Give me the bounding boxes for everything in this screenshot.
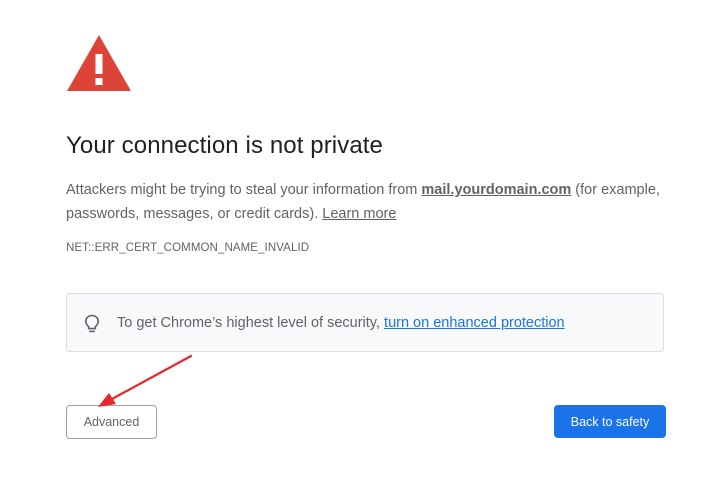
error-code: NET::ERR_CERT_COMMON_NAME_INVALID	[66, 242, 310, 254]
warning-triangle-icon	[67, 35, 131, 91]
interstitial-page: Your connection is not private Attackers…	[0, 0, 723, 481]
back-to-safety-button[interactable]: Back to safety	[554, 405, 666, 438]
enhanced-protection-text: To get Chrome’s highest level of securit…	[117, 315, 565, 331]
enhanced-protection-link[interactable]: turn on enhanced protection	[384, 315, 565, 331]
message-intro-text: Attackers might be trying to steal your …	[66, 182, 422, 198]
error-message: Attackers might be trying to steal your …	[66, 178, 666, 226]
page-title: Your connection is not private	[66, 132, 383, 159]
enhanced-protection-banner: To get Chrome’s highest level of securit…	[66, 293, 664, 352]
enhanced-protection-prompt: To get Chrome’s highest level of securit…	[117, 315, 385, 331]
domain-name: mail.yourdomain.com	[421, 182, 572, 198]
lightbulb-icon	[84, 314, 100, 333]
learn-more-link[interactable]: Learn more	[322, 206, 396, 222]
advanced-button[interactable]: Advanced	[66, 405, 157, 439]
